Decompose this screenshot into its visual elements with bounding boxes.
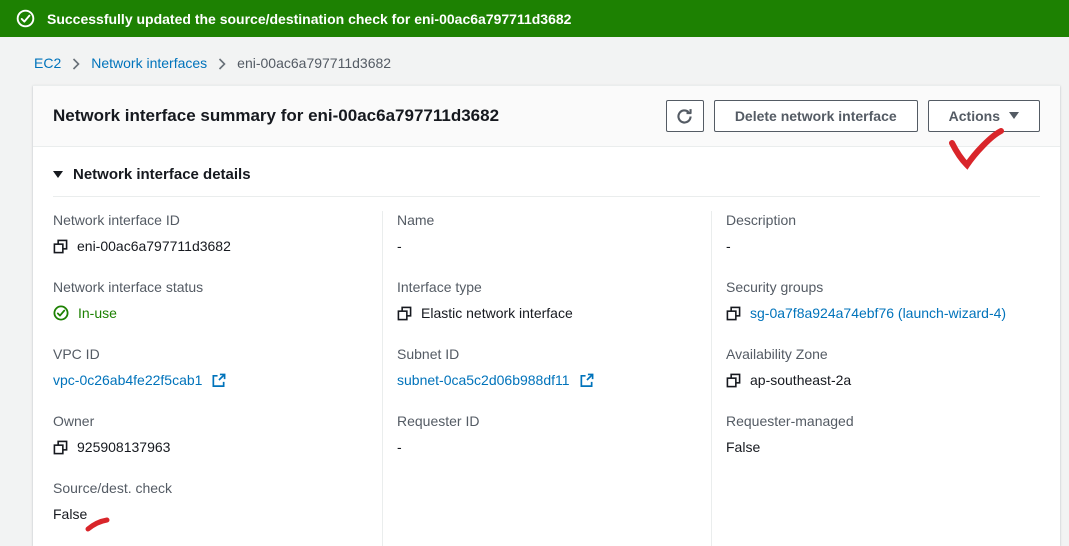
field-label: Description	[726, 211, 1024, 230]
refresh-button[interactable]	[666, 100, 704, 132]
copy-icon[interactable]	[53, 239, 68, 254]
field-value-text: False	[726, 437, 760, 457]
field-label: Interface type	[397, 278, 695, 297]
field-source-dest-check: Source/dest. check False	[53, 479, 366, 524]
delete-network-interface-button[interactable]: Delete network interface	[714, 100, 918, 132]
success-banner: Successfully updated the source/destinat…	[0, 0, 1069, 37]
status-ok-icon	[53, 305, 69, 321]
refresh-icon	[676, 108, 693, 125]
field-requester-id: Requester ID -	[397, 412, 695, 457]
field-label: Network interface status	[53, 278, 366, 297]
panel-header: Network interface summary for eni-00ac6a…	[33, 86, 1060, 147]
field-label: Requester-managed	[726, 412, 1024, 431]
triangle-down-icon	[53, 171, 63, 179]
breadcrumb-link-network-interfaces[interactable]: Network interfaces	[91, 55, 207, 71]
field-value-text: -	[397, 437, 402, 457]
details-column-2: Name - Interface type Elastic network in…	[382, 211, 711, 546]
source-dest-check-value: False	[53, 504, 87, 524]
field-value-text: -	[726, 236, 731, 256]
copy-icon[interactable]	[726, 306, 741, 321]
field-description: Description -	[726, 211, 1024, 256]
field-label: Network interface ID	[53, 211, 366, 230]
field-value-text: 925908137963	[77, 437, 170, 457]
breadcrumb-current: eni-00ac6a797711d3682	[237, 55, 391, 71]
field-label: Security groups	[726, 278, 1024, 297]
security-group-link[interactable]: sg-0a7f8a924a74ebf76 (launch-wizard-4)	[750, 303, 1006, 323]
field-name: Name -	[397, 211, 695, 256]
page-title: Network interface summary for eni-00ac6a…	[53, 106, 499, 126]
check-circle-icon	[16, 9, 35, 28]
field-network-interface-id: Network interface ID eni-00ac6a797711d36…	[53, 211, 366, 256]
details-column-1: Network interface ID eni-00ac6a797711d36…	[53, 211, 382, 546]
subnet-id-link[interactable]: subnet-0ca5c2d06b988df11	[397, 370, 570, 390]
details-grid: Network interface ID eni-00ac6a797711d36…	[53, 196, 1040, 546]
external-link-icon[interactable]	[579, 373, 594, 388]
field-value-text: ap-southeast-2a	[750, 370, 851, 390]
external-link-icon[interactable]	[211, 373, 226, 388]
breadcrumb-link-ec2[interactable]: EC2	[34, 55, 61, 71]
field-label: Subnet ID	[397, 345, 695, 364]
header-button-group: Delete network interface Actions	[666, 100, 1040, 132]
field-interface-type: Interface type Elastic network interface	[397, 278, 695, 323]
copy-icon[interactable]	[397, 306, 412, 321]
field-label: Availability Zone	[726, 345, 1024, 364]
details-column-3: Description - Security groups sg-0a7f8a9…	[711, 211, 1040, 546]
field-security-groups: Security groups sg-0a7f8a924a74ebf76 (la…	[726, 278, 1024, 323]
actions-button-label: Actions	[949, 108, 1000, 124]
field-value-text: Elastic network interface	[421, 303, 573, 323]
field-network-interface-status: Network interface status In-use	[53, 278, 366, 323]
field-label: VPC ID	[53, 345, 366, 364]
banner-message: Successfully updated the source/destinat…	[47, 11, 571, 27]
field-label: Requester ID	[397, 412, 695, 431]
field-value-text: eni-00ac6a797711d3682	[77, 236, 231, 256]
field-requester-managed: Requester-managed False	[726, 412, 1024, 457]
field-label: Name	[397, 211, 695, 230]
chevron-right-icon	[218, 58, 226, 70]
network-interface-details-toggle[interactable]: Network interface details	[53, 166, 1040, 183]
status-badge: In-use	[78, 303, 117, 323]
field-label: Source/dest. check	[53, 479, 366, 498]
vpc-id-link[interactable]: vpc-0c26ab4fe22f5cab1	[53, 370, 202, 390]
copy-icon[interactable]	[726, 373, 741, 388]
actions-button[interactable]: Actions	[928, 100, 1040, 132]
breadcrumb: EC2 Network interfaces eni-00ac6a797711d…	[0, 37, 1069, 85]
network-interface-summary-panel: Network interface summary for eni-00ac6a…	[33, 85, 1060, 546]
field-subnet-id: Subnet ID subnet-0ca5c2d06b988df11	[397, 345, 695, 390]
section-title: Network interface details	[73, 166, 251, 183]
field-label: Owner	[53, 412, 366, 431]
delete-button-label: Delete network interface	[735, 108, 897, 124]
caret-down-icon	[1009, 112, 1019, 120]
chevron-right-icon	[72, 58, 80, 70]
field-availability-zone: Availability Zone ap-southeast-2a	[726, 345, 1024, 390]
field-value-text: -	[397, 236, 402, 256]
field-vpc-id: VPC ID vpc-0c26ab4fe22f5cab1	[53, 345, 366, 390]
panel-body: Network interface details Network interf…	[33, 147, 1060, 546]
field-owner: Owner 925908137963	[53, 412, 366, 457]
copy-icon[interactable]	[53, 440, 68, 455]
